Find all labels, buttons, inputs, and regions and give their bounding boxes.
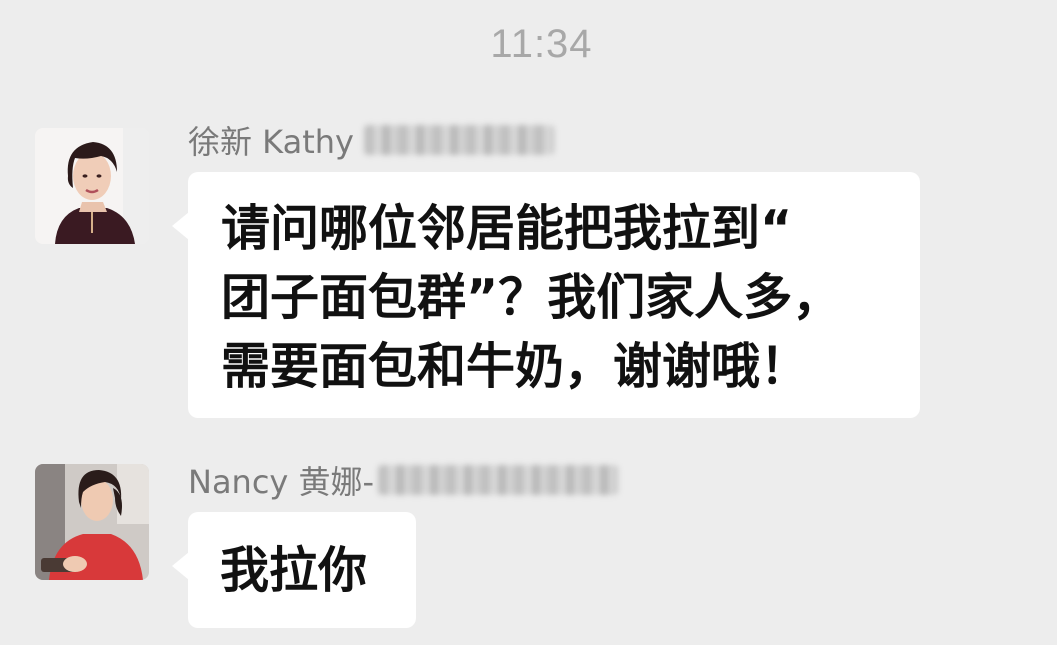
sender-avatar-nancy[interactable] bbox=[35, 464, 149, 580]
message-bubble[interactable]: 我拉你 bbox=[172, 512, 416, 628]
avatar-photo-icon bbox=[35, 464, 149, 580]
message-bubble[interactable]: 请问哪位邻居能把我拉到“ 团子面包群”？我们家人多， 需要面包和牛奶，谢谢哦！ bbox=[172, 172, 920, 418]
sender-name-row: Nancy 黄娜- bbox=[188, 458, 619, 502]
redacted-group-nickname bbox=[378, 465, 619, 495]
avatar-portrait-icon bbox=[35, 128, 149, 244]
redacted-group-nickname bbox=[363, 125, 554, 155]
sender-name: Nancy 黄娜- bbox=[188, 463, 375, 501]
sender-name: 徐新 Kathy bbox=[188, 123, 354, 161]
bubble-tail bbox=[172, 212, 189, 240]
message-text: 我拉你 bbox=[220, 542, 368, 599]
bubble-tail bbox=[172, 552, 189, 580]
chat-timestamp: 11:34 bbox=[490, 22, 593, 66]
message-text: 请问哪位邻居能把我拉到“ 团子面包群”？我们家人多， 需要面包和牛奶，谢谢哦！ bbox=[221, 200, 842, 395]
sender-avatar-kathy[interactable] bbox=[35, 128, 149, 244]
sender-name-row: 徐新 Kathy bbox=[188, 118, 554, 162]
